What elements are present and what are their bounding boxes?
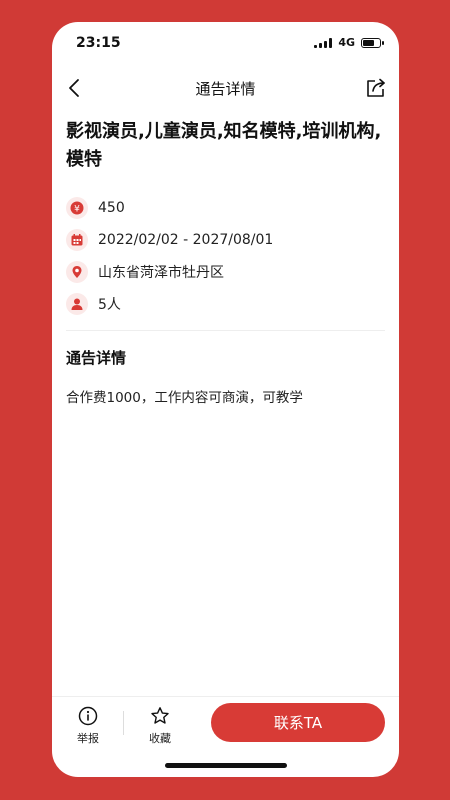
svg-text:¥: ¥	[74, 205, 80, 215]
date-row: 2022/02/02 - 2027/08/01	[66, 224, 385, 256]
contact-button[interactable]: 联系TA	[211, 703, 385, 742]
report-button[interactable]: 举报	[68, 705, 108, 746]
headcount-value: 5人	[98, 297, 121, 313]
fee-row: ¥ 450	[66, 192, 385, 224]
share-icon[interactable]	[363, 75, 389, 101]
headcount-row: 5人	[66, 288, 385, 320]
page-title: 通告详情	[195, 80, 256, 98]
info-icon	[78, 706, 98, 726]
favorite-label: 收藏	[149, 732, 171, 745]
home-indicator	[165, 763, 287, 768]
fee-value: 450	[98, 200, 125, 216]
divider	[66, 330, 385, 331]
date-range: 2022/02/02 - 2027/08/01	[98, 232, 274, 248]
bottom-action-bar: 举报 收藏 联系TA	[52, 696, 399, 777]
location-pin-icon	[66, 261, 88, 283]
battery-icon	[361, 37, 384, 48]
notice-title: 影视演员,儿童演员,知名模特,培训机构,模特	[66, 121, 382, 170]
toolbar-separator	[123, 711, 124, 735]
person-icon	[66, 293, 88, 315]
notice-info-list: ¥ 450 2022/02/02 - 2027/08/01 山东省菏泽市牡丹区 …	[66, 192, 385, 320]
star-icon	[151, 707, 169, 724]
nav-bar: 通告详情	[52, 66, 399, 110]
yen-icon: ¥	[66, 197, 88, 219]
notice-detail: 影视演员,儿童演员,知名模特,培训机构,模特 ¥ 450 2022/02/02 …	[66, 118, 385, 406]
status-bar: 23:15 4G	[52, 22, 399, 66]
detail-heading: 通告详情	[66, 349, 127, 367]
battery-level	[363, 39, 375, 46]
signal-icon	[314, 37, 333, 48]
phone-screen: 23:15 4G 通告详情 影视演员,儿童演员,知名模特,培训机构,模特 ¥ 4…	[52, 22, 399, 777]
detail-body: 合作费1000，工作内容可商演，可教学	[66, 390, 303, 406]
calendar-icon	[66, 229, 88, 251]
favorite-button[interactable]: 收藏	[140, 705, 180, 746]
status-time: 23:15	[76, 35, 121, 51]
status-indicators: 4G	[314, 36, 384, 49]
network-type: 4G	[338, 36, 355, 49]
location-value: 山东省菏泽市牡丹区	[98, 265, 224, 281]
location-row: 山东省菏泽市牡丹区	[66, 256, 385, 288]
report-label: 举报	[77, 732, 99, 745]
